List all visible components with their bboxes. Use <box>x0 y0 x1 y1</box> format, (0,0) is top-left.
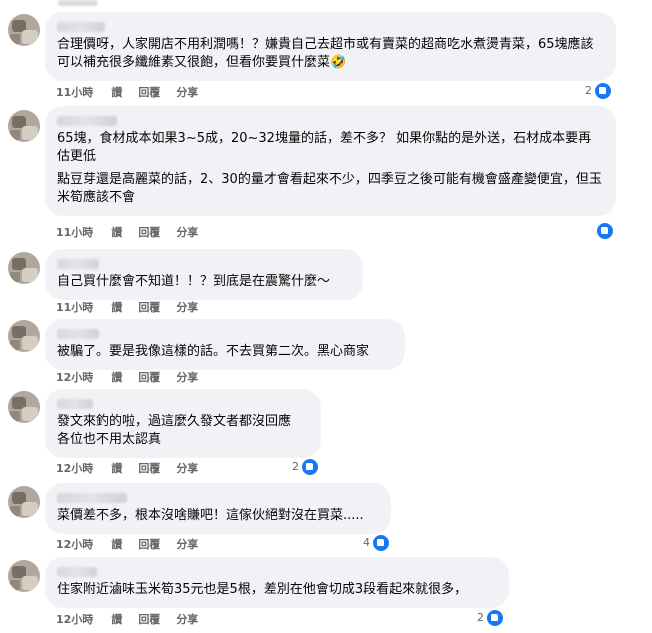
comment-actions: 12小時 讚 回覆 分享 <box>56 536 214 552</box>
reaction-count[interactable]: 2 <box>477 609 504 627</box>
comment-actions: 11小時 讚 回覆 分享 <box>56 299 214 315</box>
commenter-name[interactable] <box>57 493 127 503</box>
commenter-name[interactable] <box>57 399 93 409</box>
comment-time[interactable]: 12小時 <box>56 371 93 384</box>
reaction-number: 4 <box>363 536 370 549</box>
comment-time[interactable]: 12小時 <box>56 462 93 475</box>
avatar[interactable] <box>8 110 40 142</box>
like-icon <box>301 458 319 476</box>
share-button[interactable]: 分享 <box>176 226 198 239</box>
comment-text: 自己買什麼會不知道！！？到底是在震驚什麼～ <box>57 274 331 289</box>
comment-actions: 12小時 讚 回覆 分享 <box>56 611 214 627</box>
reply-button[interactable]: 回覆 <box>138 538 160 551</box>
avatar[interactable] <box>8 320 40 352</box>
reaction-count[interactable] <box>594 222 614 240</box>
share-button[interactable]: 分享 <box>176 613 198 626</box>
reaction-number: 2 <box>585 84 592 97</box>
avatar[interactable] <box>8 252 40 284</box>
avatar[interactable] <box>8 14 40 46</box>
reaction-number: 2 <box>292 460 299 473</box>
avatar[interactable] <box>8 560 40 592</box>
commenter-name[interactable] <box>57 22 105 32</box>
reply-button[interactable]: 回覆 <box>138 301 160 314</box>
comment-bubble: 65塊，食材成本如果3~5成，20~32塊量的話，差不多？ 如果你點的是外送，石… <box>45 106 616 216</box>
reply-button[interactable]: 回覆 <box>138 613 160 626</box>
comment-bubble: 住家附近滷味玉米筍35元也是5根，差別在他會切成3段看起來就很多， <box>45 557 509 608</box>
comment-time[interactable]: 12小時 <box>56 538 93 551</box>
reply-button[interactable]: 回覆 <box>138 86 160 99</box>
reaction-count[interactable]: 2 <box>292 458 319 476</box>
comment-text: 合理價呀，人家開店不用利潤嗎！？嫌貴自己去超市或有賣菜的超商吃水煮燙青菜，65塊… <box>57 37 594 70</box>
avatar[interactable] <box>8 391 40 423</box>
reaction-count[interactable]: 2 <box>585 82 612 100</box>
comment-bubble: 合理價呀，人家開店不用利潤嗎！？嫌貴自己去超市或有賣菜的超商吃水煮燙青菜，65塊… <box>45 12 616 81</box>
like-icon <box>596 222 614 240</box>
comment-text: 住家附近滷味玉米筍35元也是5根，差別在他會切成3段看起來就很多， <box>57 582 468 597</box>
comment-text: 發文來釣的啦，過這麼久發文者都沒回應 各位也不用太認真 <box>57 414 292 447</box>
comment-actions: 11小時 讚 回覆 分享 <box>56 84 214 100</box>
like-button[interactable]: 讚 <box>111 226 122 239</box>
like-button[interactable]: 讚 <box>111 613 122 626</box>
commenter-name[interactable] <box>57 567 97 577</box>
like-icon <box>486 609 504 627</box>
share-button[interactable]: 分享 <box>176 371 198 384</box>
like-button[interactable]: 讚 <box>111 371 122 384</box>
share-button[interactable]: 分享 <box>176 301 198 314</box>
comment-time[interactable]: 11小時 <box>56 226 93 239</box>
reply-button[interactable]: 回覆 <box>138 462 160 475</box>
comment-time[interactable]: 11小時 <box>56 86 93 99</box>
comment-actions: 12小時 讚 回覆 分享 <box>56 460 214 476</box>
comment-text: 被騙了。要是我像這樣的話。不去買第二次。黑心商家 <box>57 344 370 359</box>
comment-bubble: 自己買什麼會不知道！！？到底是在震驚什麼～ <box>45 249 363 300</box>
comment-bubble: 發文來釣的啦，過這麼久發文者都沒回應 各位也不用太認真 <box>45 389 321 458</box>
reaction-number: 2 <box>477 611 484 624</box>
like-button[interactable]: 讚 <box>111 301 122 314</box>
comment-actions: 12小時 讚 回覆 分享 <box>56 369 214 385</box>
share-button[interactable]: 分享 <box>176 462 198 475</box>
like-button[interactable]: 讚 <box>111 462 122 475</box>
commenter-name[interactable] <box>57 259 99 269</box>
commenter-name[interactable] <box>57 116 117 126</box>
share-button[interactable]: 分享 <box>176 86 198 99</box>
comment-actions: 11小時 讚 回覆 分享 <box>56 224 214 240</box>
avatar[interactable] <box>8 486 40 518</box>
previous-comment-meta <box>58 0 98 6</box>
commenter-name[interactable] <box>57 329 99 339</box>
comment-text-paragraph-2: 點豆芽還是高麗菜的話，2、30的量才會看起來不少，四季豆之後可能有機會盛產變便宜… <box>57 172 602 205</box>
like-button[interactable]: 讚 <box>111 86 122 99</box>
reply-button[interactable]: 回覆 <box>138 371 160 384</box>
like-button[interactable]: 讚 <box>111 538 122 551</box>
comment-bubble: 菜價差不多，根本沒啥賺吧！這傢伙絕對沒在買菜..... <box>45 483 391 534</box>
like-icon <box>594 82 612 100</box>
comment-text: 65塊，食材成本如果3~5成，20~32塊量的話，差不多？ 如果你點的是外送，石… <box>57 131 592 164</box>
comment-time[interactable]: 11小時 <box>56 301 93 314</box>
reaction-count[interactable]: 4 <box>363 534 390 552</box>
comment-text: 菜價差不多，根本沒啥賺吧！這傢伙絕對沒在買菜..... <box>57 508 364 523</box>
share-button[interactable]: 分享 <box>176 538 198 551</box>
comment-time[interactable]: 12小時 <box>56 613 93 626</box>
like-icon <box>372 534 390 552</box>
reply-button[interactable]: 回覆 <box>138 226 160 239</box>
comment-bubble: 被騙了。要是我像這樣的話。不去買第二次。黑心商家 <box>45 319 405 370</box>
